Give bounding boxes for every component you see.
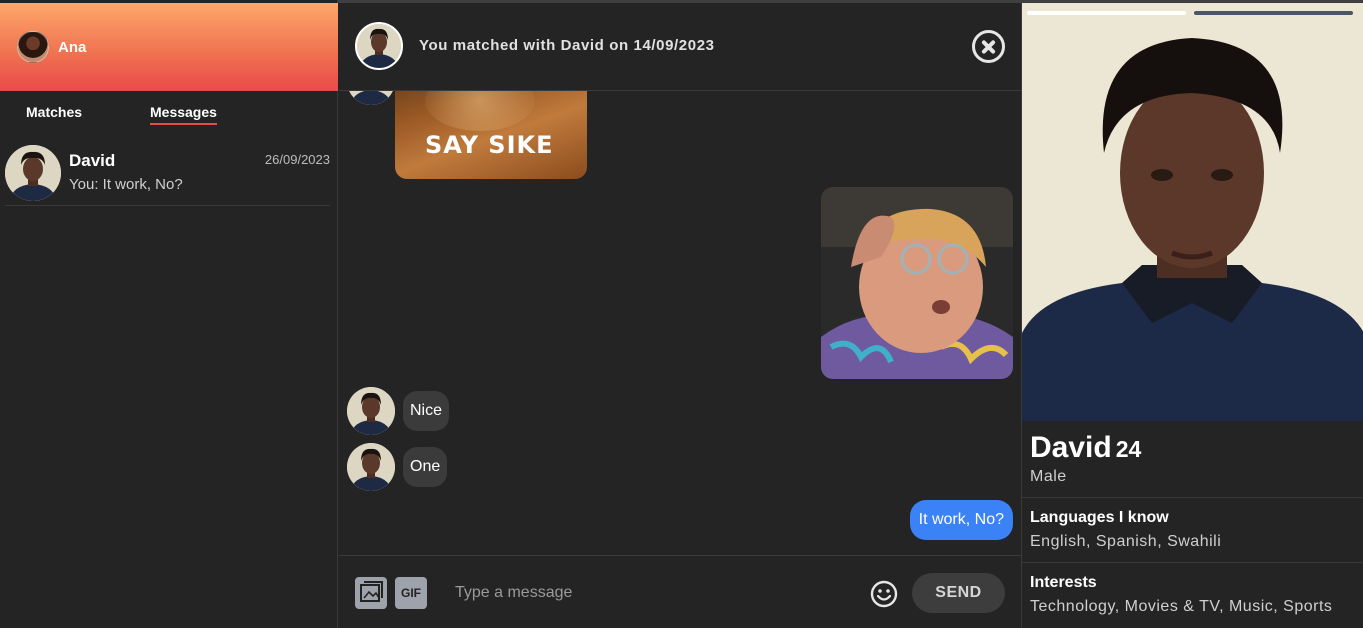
- gif-message[interactable]: SAY SIKE: [395, 91, 587, 179]
- divider: [1022, 497, 1363, 498]
- languages-value: English, Spanish, Swahili: [1030, 533, 1222, 550]
- profile-age: 24: [1115, 436, 1142, 462]
- conversation-item-david[interactable]: David 26/09/2023 You: It work, No?: [5, 143, 330, 206]
- gif-icon[interactable]: GIF: [395, 577, 427, 609]
- message-composer: GIF SEND: [339, 555, 1021, 628]
- message-input[interactable]: [445, 573, 845, 613]
- user-name: Ana: [58, 38, 87, 56]
- avatar: [5, 145, 61, 201]
- profile-panel: David 24 Male Languages I know English, S…: [1021, 3, 1363, 628]
- photo-progress-indicator[interactable]: [1194, 11, 1353, 15]
- profile-photo[interactable]: [1022, 3, 1363, 421]
- send-button[interactable]: SEND: [912, 573, 1005, 613]
- avatar: [347, 443, 395, 491]
- message-bubble-outgoing: It work, No?: [909, 500, 1013, 540]
- avatar: [347, 387, 395, 435]
- match-info-text: You matched with David on 14/09/2023: [419, 37, 715, 54]
- app-window: Ana Matches Messages David 26/09/2023 Yo…: [0, 0, 1363, 628]
- image-icon[interactable]: [355, 577, 387, 609]
- gif-message[interactable]: [821, 187, 1013, 379]
- divider: [1022, 562, 1363, 563]
- user-avatar[interactable]: [17, 31, 49, 63]
- profile-name-row: David 24: [1030, 431, 1141, 465]
- chat-panel: You matched with David on 14/09/2023 SAY…: [339, 3, 1021, 628]
- sidebar-tabs: Matches Messages: [0, 91, 338, 131]
- message-bubble-incoming: One: [403, 447, 448, 487]
- chat-header: You matched with David on 14/09/2023: [339, 3, 1021, 91]
- languages-title: Languages I know: [1030, 509, 1169, 526]
- interests-value: Technology, Movies & TV, Music, Sports: [1030, 598, 1333, 615]
- match-avatar[interactable]: [355, 22, 403, 70]
- conversation-date: 26/09/2023: [264, 152, 330, 167]
- user-header[interactable]: Ana: [0, 3, 338, 91]
- message-list: SAY SIKE Nice One It work, No?: [339, 91, 1021, 555]
- profile-gender: Male: [1030, 468, 1067, 485]
- interests-title: Interests: [1030, 574, 1097, 591]
- close-icon[interactable]: [972, 30, 1005, 63]
- conversation-preview: You: It work, No?: [69, 176, 183, 193]
- message-bubble-incoming: Nice: [403, 391, 450, 431]
- sidebar: Ana Matches Messages David 26/09/2023 Yo…: [0, 0, 338, 628]
- profile-name: David: [1030, 431, 1112, 464]
- conversation-name: David: [69, 151, 116, 170]
- gif-image-content: [425, 91, 535, 131]
- gif-caption: SAY SIKE: [425, 131, 554, 159]
- tab-messages[interactable]: Messages: [150, 104, 217, 125]
- avatar: [347, 91, 395, 105]
- emoji-icon[interactable]: [870, 580, 898, 613]
- tab-matches[interactable]: Matches: [26, 104, 82, 123]
- photo-progress-indicator[interactable]: [1027, 11, 1186, 15]
